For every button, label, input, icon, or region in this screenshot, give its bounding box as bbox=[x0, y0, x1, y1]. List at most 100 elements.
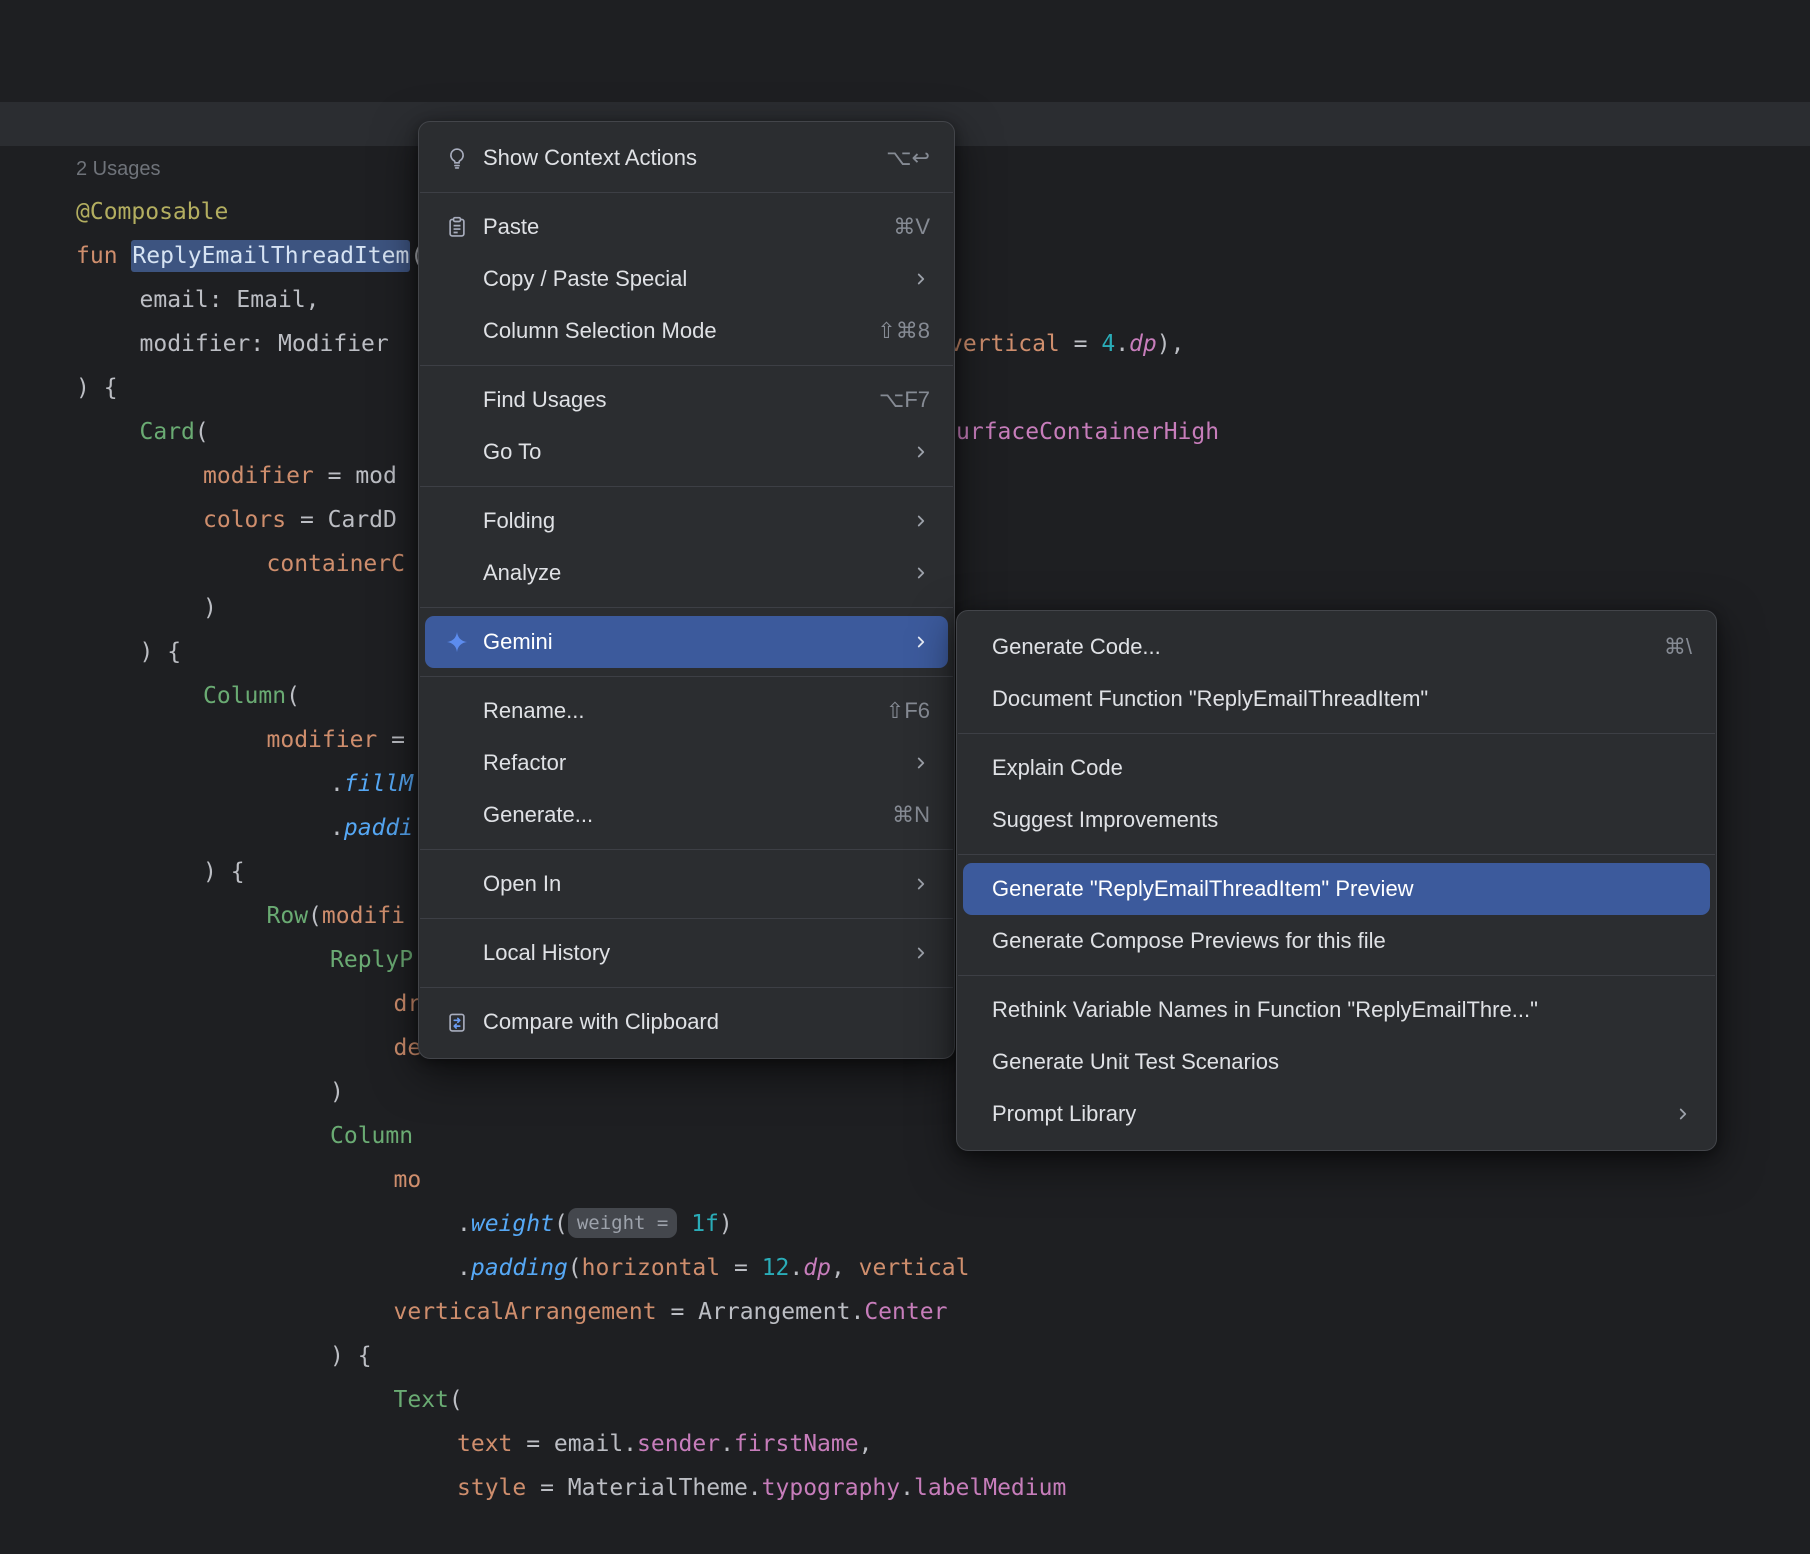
menu-item-label: Gemini bbox=[483, 629, 884, 655]
menu-separator bbox=[958, 733, 1715, 734]
menu-item-column-selection-mode[interactable]: Column Selection Mode⇧⌘8 bbox=[425, 305, 948, 357]
code-token: = MaterialTheme. bbox=[526, 1475, 761, 1501]
code-token bbox=[677, 1211, 691, 1237]
code-token: modifier bbox=[267, 727, 378, 753]
menu-item-shortcut: ⌘N bbox=[892, 802, 930, 828]
menu-item-label: Generate Compose Previews for this file bbox=[992, 928, 1692, 954]
menu-item-label: Generate "ReplyEmailThreadItem" Preview bbox=[992, 876, 1692, 902]
code-token: Column bbox=[330, 1123, 413, 1149]
code-token: sender bbox=[637, 1431, 720, 1457]
menu-item-label: Prompt Library bbox=[992, 1101, 1646, 1127]
code-token: containerC bbox=[267, 551, 405, 577]
inlay-parameter-hint: weight = bbox=[568, 1208, 678, 1238]
code-token: ) bbox=[719, 1211, 733, 1237]
gemini-icon bbox=[445, 630, 469, 654]
code-token: = bbox=[286, 507, 328, 533]
menu-item-shortcut: ⌘V bbox=[893, 214, 930, 240]
chevron-right-icon bbox=[912, 512, 930, 530]
menu-item-label: Find Usages bbox=[483, 387, 851, 413]
menu-separator bbox=[420, 192, 953, 193]
menu-item-rethink-variable-names-in-function-replyemailthre[interactable]: Rethink Variable Names in Function "Repl… bbox=[963, 984, 1710, 1036]
chevron-right-icon bbox=[912, 633, 930, 651]
code-token: text bbox=[457, 1431, 512, 1457]
code-fragment: vertical = 4.dp), bbox=[949, 322, 1184, 366]
menu-item-refactor[interactable]: Refactor bbox=[425, 737, 948, 789]
menu-item-document-function-replyemailthreaditem[interactable]: Document Function "ReplyEmailThreadItem" bbox=[963, 673, 1710, 725]
code-token: CardD bbox=[328, 507, 397, 533]
code-token: mod bbox=[355, 463, 397, 489]
code-token: 2 Usages bbox=[76, 158, 161, 180]
menu-item-label: Paste bbox=[483, 214, 865, 240]
code-line: style = MaterialTheme.typography.labelMe… bbox=[0, 1466, 1810, 1510]
code-token: = bbox=[1060, 331, 1102, 357]
code-token: modifi bbox=[322, 903, 405, 929]
code-line: mo bbox=[0, 1158, 1810, 1202]
menu-item-label: Folding bbox=[483, 508, 884, 534]
code-token: fillM bbox=[344, 771, 413, 797]
menu-item-gemini[interactable]: Gemini bbox=[425, 616, 948, 668]
code-token: 4 bbox=[1101, 331, 1115, 357]
menu-separator bbox=[420, 987, 953, 988]
menu-item-generate-code[interactable]: Generate Code...⌘\ bbox=[963, 621, 1710, 673]
menu-item-label: Generate... bbox=[483, 802, 864, 828]
code-token: modifier: Modifier bbox=[140, 331, 389, 357]
menu-item-label: Document Function "ReplyEmailThreadItem" bbox=[992, 686, 1692, 712]
menu-item-label: Suggest Improvements bbox=[992, 807, 1692, 833]
code-token: = bbox=[314, 463, 356, 489]
code-fragment: urfaceContainerHigh bbox=[956, 410, 1219, 454]
menu-item-label: Compare with Clipboard bbox=[483, 1009, 930, 1035]
menu-item-shortcut: ⇧F6 bbox=[886, 698, 930, 724]
code-token: fun bbox=[76, 243, 131, 269]
chevron-right-icon bbox=[1674, 1105, 1692, 1123]
menu-item-paste[interactable]: Paste ⌘V bbox=[425, 201, 948, 253]
code-token: = email. bbox=[512, 1431, 637, 1457]
menu-item-explain-code[interactable]: Explain Code bbox=[963, 742, 1710, 794]
menu-separator bbox=[420, 365, 953, 366]
chevron-right-icon bbox=[912, 944, 930, 962]
menu-item-label: Generate Code... bbox=[992, 634, 1636, 660]
menu-item-generate-compose-previews-for-this-file[interactable]: Generate Compose Previews for this file bbox=[963, 915, 1710, 967]
menu-item-go-to[interactable]: Go To bbox=[425, 426, 948, 478]
menu-item-label: Open In bbox=[483, 871, 884, 897]
menu-item-find-usages[interactable]: Find Usages⌥F7 bbox=[425, 374, 948, 426]
menu-item-label: Explain Code bbox=[992, 755, 1692, 781]
code-token: paddi bbox=[344, 815, 413, 841]
code-token: . bbox=[330, 771, 344, 797]
code-token: 12 bbox=[762, 1255, 790, 1281]
menu-item-rename[interactable]: Rename...⇧F6 bbox=[425, 685, 948, 737]
menu-item-compare-with-clipboard[interactable]: Compare with Clipboard bbox=[425, 996, 948, 1048]
menu-item-analyze[interactable]: Analyze bbox=[425, 547, 948, 599]
menu-separator bbox=[420, 918, 953, 919]
code-token: Row bbox=[267, 903, 309, 929]
menu-item-prompt-library[interactable]: Prompt Library bbox=[963, 1088, 1710, 1140]
code-token: verticalArrangement bbox=[394, 1299, 657, 1325]
menu-item-show-context-actions[interactable]: Show Context Actions⌥↩ bbox=[425, 132, 948, 184]
menu-item-generate-unit-test-scenarios[interactable]: Generate Unit Test Scenarios bbox=[963, 1036, 1710, 1088]
menu-item-label: Go To bbox=[483, 439, 884, 465]
code-token: ReplyP bbox=[330, 947, 413, 973]
menu-item-folding[interactable]: Folding bbox=[425, 495, 948, 547]
menu-item-label: Column Selection Mode bbox=[483, 318, 849, 344]
icon-placeholder bbox=[445, 388, 469, 412]
menu-item-open-in[interactable]: Open In bbox=[425, 858, 948, 910]
code-token: Column bbox=[203, 683, 286, 709]
menu-item-local-history[interactable]: Local History bbox=[425, 927, 948, 979]
menu-item-generate-replyemailthreaditem-preview[interactable]: Generate "ReplyEmailThreadItem" Preview bbox=[963, 863, 1710, 915]
code-token: ) { bbox=[203, 859, 245, 885]
icon-placeholder bbox=[445, 319, 469, 343]
code-token: ( bbox=[568, 1255, 582, 1281]
code-token: vertical bbox=[859, 1255, 970, 1281]
code-token: ( bbox=[286, 683, 300, 709]
menu-item-label: Analyze bbox=[483, 560, 884, 586]
code-token: . bbox=[457, 1211, 471, 1237]
icon-placeholder bbox=[445, 803, 469, 827]
menu-item-label: Rethink Variable Names in Function "Repl… bbox=[992, 997, 1692, 1023]
menu-item-copy-paste-special[interactable]: Copy / Paste Special bbox=[425, 253, 948, 305]
code-token: dp bbox=[803, 1255, 831, 1281]
icon-placeholder bbox=[445, 941, 469, 965]
chevron-right-icon bbox=[912, 443, 930, 461]
code-token: 1f bbox=[691, 1211, 719, 1237]
code-token: style bbox=[457, 1475, 526, 1501]
menu-item-suggest-improvements[interactable]: Suggest Improvements bbox=[963, 794, 1710, 846]
menu-item-generate[interactable]: Generate... ⌘N bbox=[425, 789, 948, 841]
